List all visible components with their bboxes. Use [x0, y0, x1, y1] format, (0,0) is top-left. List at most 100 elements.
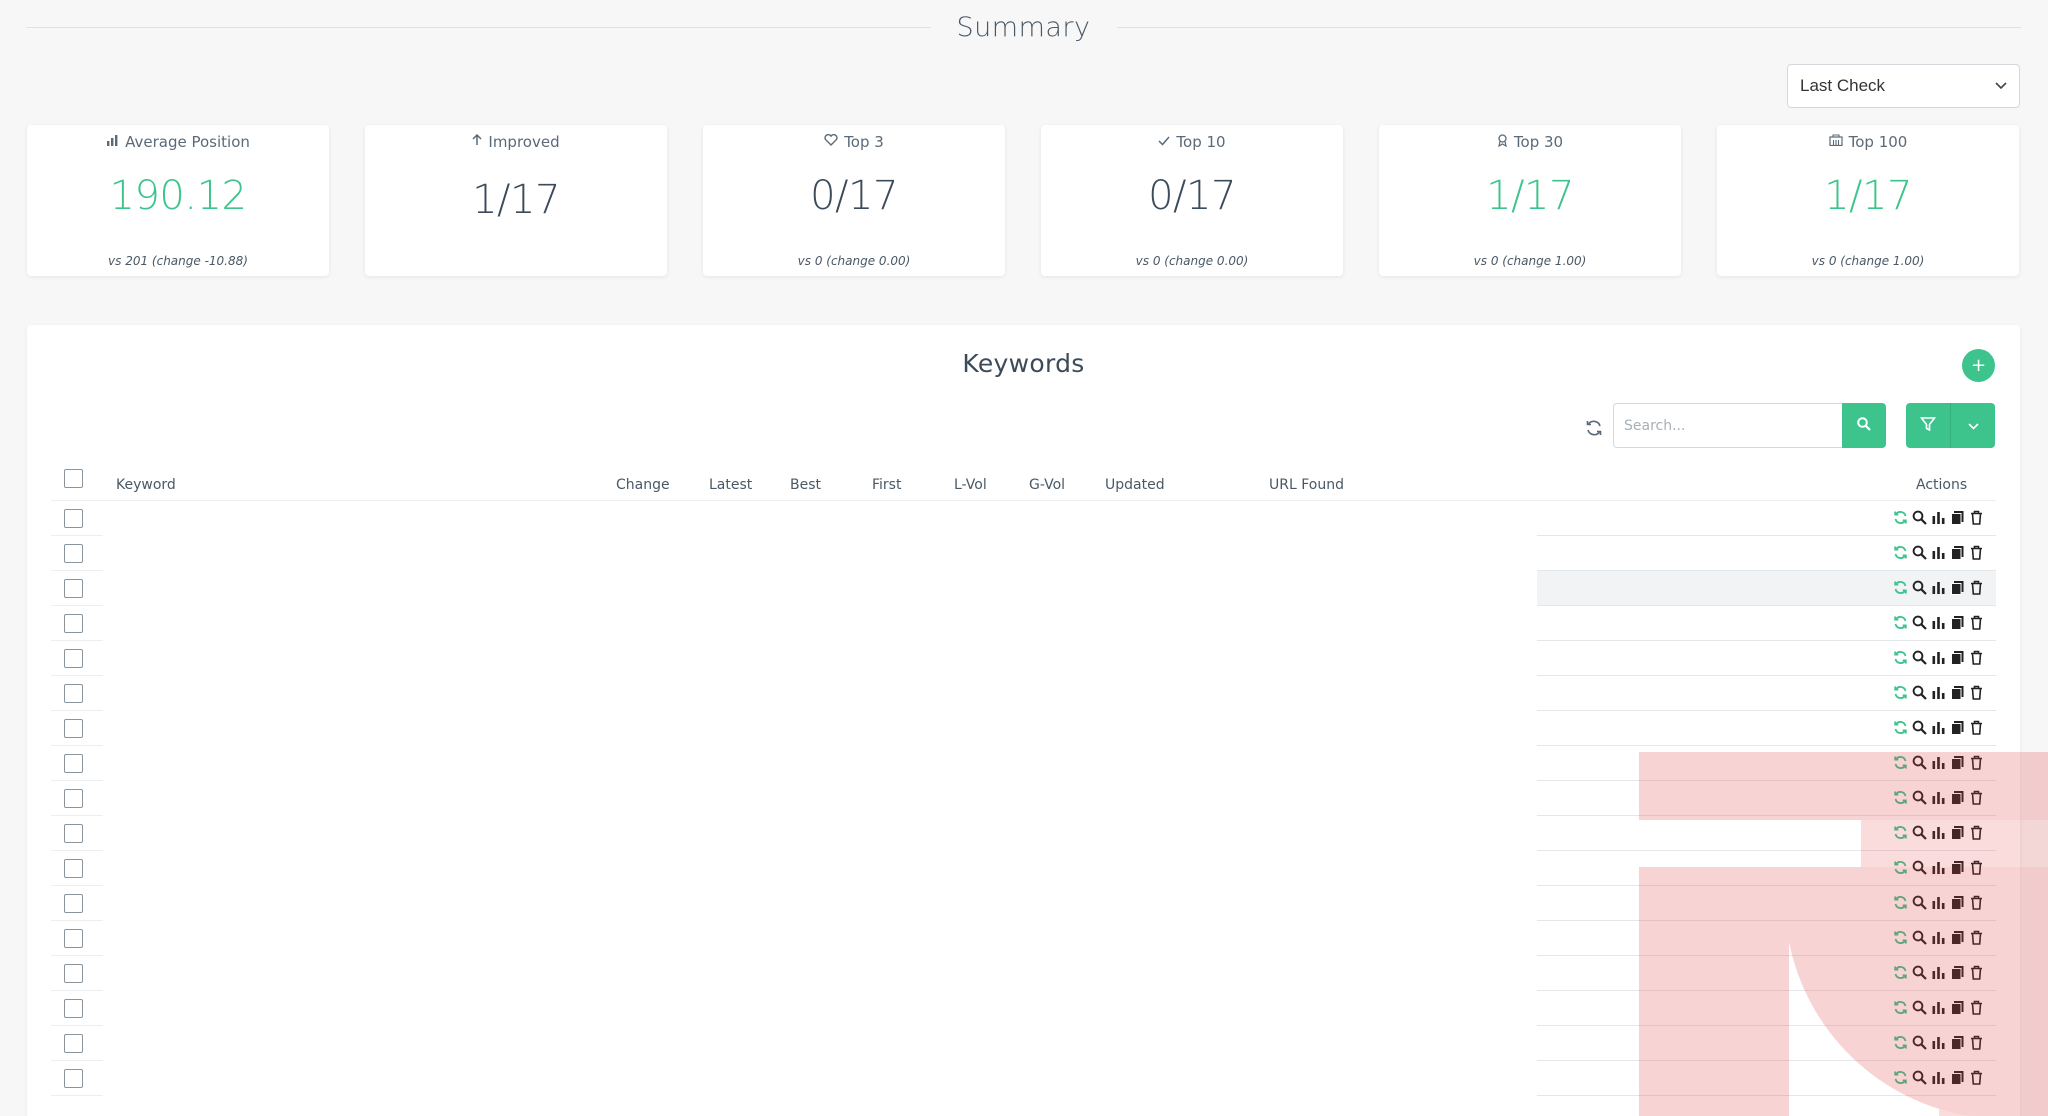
refresh-icon[interactable] [1893, 930, 1908, 945]
refresh-icon[interactable] [1579, 413, 1609, 443]
column-change[interactable]: Change [616, 477, 670, 493]
filter-dropdown-toggle[interactable] [1951, 403, 1995, 448]
search-icon[interactable] [1912, 755, 1927, 770]
copy-icon[interactable] [1950, 685, 1965, 700]
refresh-icon[interactable] [1893, 545, 1908, 560]
chart-icon[interactable] [1931, 755, 1946, 770]
chart-icon[interactable] [1931, 965, 1946, 980]
copy-icon[interactable] [1950, 860, 1965, 875]
trash-icon[interactable] [1969, 790, 1984, 805]
search-icon[interactable] [1912, 1070, 1927, 1085]
refresh-icon[interactable] [1893, 1000, 1908, 1015]
refresh-icon[interactable] [1893, 755, 1908, 770]
refresh-icon[interactable] [1893, 1035, 1908, 1050]
search-button[interactable] [1841, 403, 1886, 448]
trash-icon[interactable] [1969, 510, 1984, 525]
copy-icon[interactable] [1950, 1035, 1965, 1050]
chart-icon[interactable] [1931, 825, 1946, 840]
search-icon[interactable] [1912, 615, 1927, 630]
chart-icon[interactable] [1931, 790, 1946, 805]
column-first[interactable]: First [872, 477, 901, 493]
trash-icon[interactable] [1969, 545, 1984, 560]
search-icon[interactable] [1912, 650, 1927, 665]
copy-icon[interactable] [1950, 1070, 1965, 1085]
row-checkbox[interactable] [64, 894, 83, 913]
trash-icon[interactable] [1969, 895, 1984, 910]
search-icon[interactable] [1912, 545, 1927, 560]
column-updated[interactable]: Updated [1105, 477, 1165, 493]
search-icon[interactable] [1912, 965, 1927, 980]
search-icon[interactable] [1912, 1000, 1927, 1015]
row-checkbox[interactable] [64, 544, 83, 563]
copy-icon[interactable] [1950, 965, 1965, 980]
search-icon[interactable] [1912, 930, 1927, 945]
chart-icon[interactable] [1931, 1000, 1946, 1015]
row-checkbox[interactable] [64, 1069, 83, 1088]
chart-icon[interactable] [1931, 615, 1946, 630]
row-checkbox[interactable] [64, 824, 83, 843]
chart-icon[interactable] [1931, 1035, 1946, 1050]
search-icon[interactable] [1912, 580, 1927, 595]
column-l-vol[interactable]: L-Vol [954, 477, 987, 493]
row-checkbox[interactable] [64, 1034, 83, 1053]
chart-icon[interactable] [1931, 650, 1946, 665]
add-keyword-button[interactable]: + [1962, 349, 1995, 382]
search-icon[interactable] [1912, 1035, 1927, 1050]
search-icon[interactable] [1912, 825, 1927, 840]
trash-icon[interactable] [1969, 965, 1984, 980]
row-checkbox[interactable] [64, 614, 83, 633]
refresh-icon[interactable] [1893, 650, 1908, 665]
chart-icon[interactable] [1931, 545, 1946, 560]
row-checkbox[interactable] [64, 859, 83, 878]
copy-icon[interactable] [1950, 545, 1965, 560]
row-checkbox[interactable] [64, 649, 83, 668]
select-all-checkbox[interactable] [64, 469, 83, 488]
trash-icon[interactable] [1969, 930, 1984, 945]
copy-icon[interactable] [1950, 755, 1965, 770]
chart-icon[interactable] [1931, 1070, 1946, 1085]
trash-icon[interactable] [1969, 685, 1984, 700]
chart-icon[interactable] [1931, 510, 1946, 525]
copy-icon[interactable] [1950, 895, 1965, 910]
period-select[interactable]: Last Check [1787, 64, 2020, 108]
filter-button[interactable] [1906, 403, 1951, 448]
copy-icon[interactable] [1950, 580, 1965, 595]
search-icon[interactable] [1912, 895, 1927, 910]
refresh-icon[interactable] [1893, 615, 1908, 630]
trash-icon[interactable] [1969, 860, 1984, 875]
refresh-icon[interactable] [1893, 1070, 1908, 1085]
search-icon[interactable] [1912, 510, 1927, 525]
row-checkbox[interactable] [64, 999, 83, 1018]
chart-icon[interactable] [1931, 720, 1946, 735]
row-checkbox[interactable] [64, 754, 83, 773]
copy-icon[interactable] [1950, 510, 1965, 525]
copy-icon[interactable] [1950, 790, 1965, 805]
chart-icon[interactable] [1931, 685, 1946, 700]
row-checkbox[interactable] [64, 789, 83, 808]
chart-icon[interactable] [1931, 895, 1946, 910]
trash-icon[interactable] [1969, 720, 1984, 735]
column-url-found[interactable]: URL Found [1269, 477, 1344, 493]
refresh-icon[interactable] [1893, 580, 1908, 595]
row-checkbox[interactable] [64, 579, 83, 598]
refresh-icon[interactable] [1893, 685, 1908, 700]
trash-icon[interactable] [1969, 580, 1984, 595]
refresh-icon[interactable] [1893, 895, 1908, 910]
trash-icon[interactable] [1969, 615, 1984, 630]
row-checkbox[interactable] [64, 509, 83, 528]
search-icon[interactable] [1912, 720, 1927, 735]
refresh-icon[interactable] [1893, 510, 1908, 525]
column-best[interactable]: Best [790, 477, 821, 493]
refresh-icon[interactable] [1893, 790, 1908, 805]
row-checkbox[interactable] [64, 964, 83, 983]
refresh-icon[interactable] [1893, 860, 1908, 875]
search-input[interactable] [1613, 403, 1842, 448]
refresh-icon[interactable] [1893, 825, 1908, 840]
trash-icon[interactable] [1969, 755, 1984, 770]
trash-icon[interactable] [1969, 1070, 1984, 1085]
chart-icon[interactable] [1931, 860, 1946, 875]
search-icon[interactable] [1912, 860, 1927, 875]
chart-icon[interactable] [1931, 930, 1946, 945]
trash-icon[interactable] [1969, 650, 1984, 665]
trash-icon[interactable] [1969, 1000, 1984, 1015]
